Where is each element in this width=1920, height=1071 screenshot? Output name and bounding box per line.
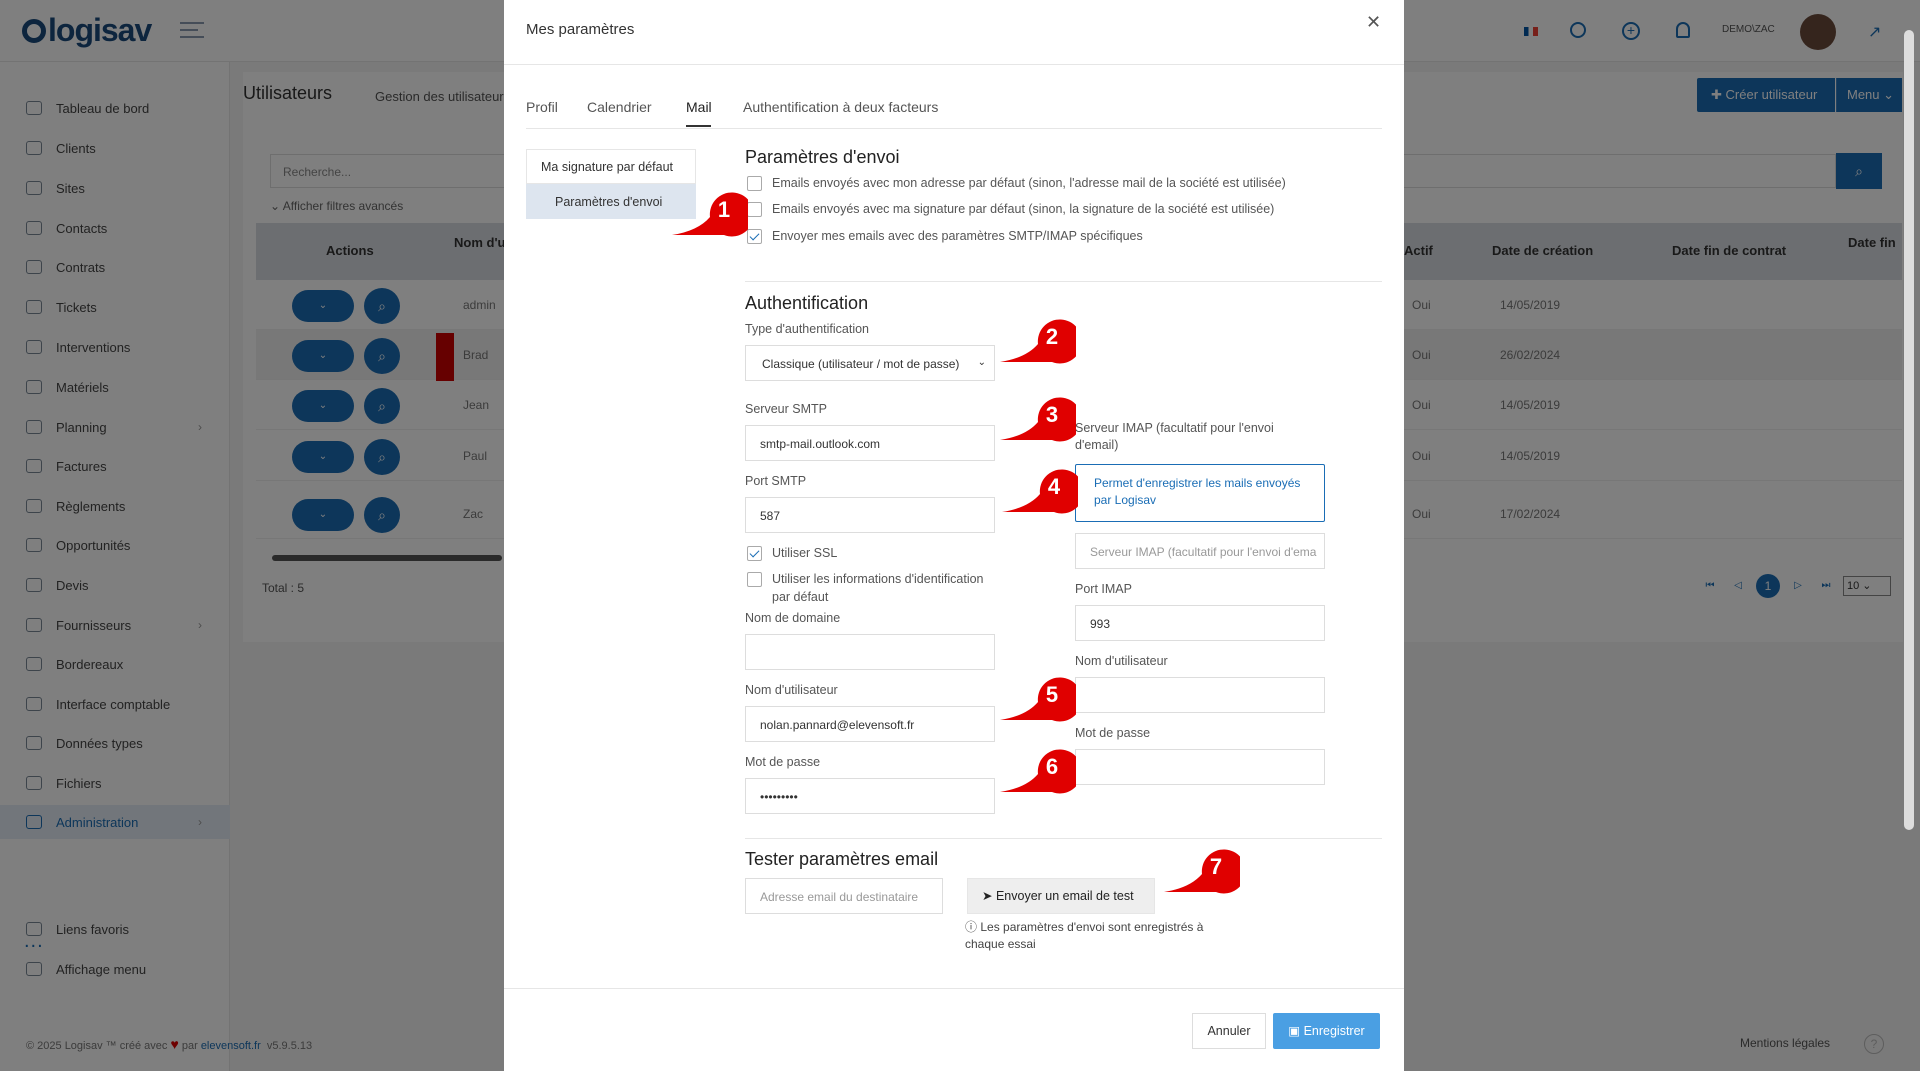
password-input[interactable]: ••••••••• — [745, 778, 995, 814]
smtp-port-label: Port SMTP — [745, 474, 807, 488]
save-icon: ▣ — [1288, 1024, 1301, 1038]
domain-label: Nom de domaine — [745, 611, 841, 625]
smtp-server-input[interactable]: smtp-mail.outlook.com — [745, 425, 995, 461]
send-test-email-button[interactable]: ➤ Envoyer un email de test — [967, 878, 1155, 914]
divider — [745, 281, 1382, 282]
annotation-badge-3: 3 — [996, 396, 1076, 444]
paper-plane-icon: ➤ — [982, 889, 993, 903]
active-tab-indicator — [686, 125, 711, 127]
imap-server-input[interactable]: Serveur IMAP (facultatif pour l'envoi d'… — [1075, 533, 1325, 569]
info-icon: ⓘ — [965, 920, 978, 934]
imap-server-label: Serveur IMAP (facultatif pour l'envoi d'… — [1075, 421, 1274, 452]
test-info: ⓘ Les paramètres d'envoi sont enregistré… — [965, 920, 1204, 951]
auth-title: Authentification — [745, 293, 869, 313]
username-label: Nom d'utilisateur — [745, 683, 838, 697]
subnav-signature[interactable]: Ma signature par défaut — [526, 149, 696, 184]
default-credentials-label: Utiliser les informations d'identificati… — [772, 572, 984, 604]
imap-password-label: Mot de passe — [1075, 726, 1151, 740]
imap-tooltip: Permet d'enregistrer les mails envoyés p… — [1075, 464, 1325, 522]
divider — [745, 838, 1382, 839]
modal-title: Mes paramètres — [526, 21, 635, 38]
cancel-button[interactable]: Annuler — [1192, 1013, 1266, 1049]
smtp-port-input[interactable]: 587 — [745, 497, 995, 533]
use-ssl-checkbox[interactable] — [747, 546, 762, 561]
smtp-imap-label: Envoyer mes emails avec des paramètres S… — [772, 229, 1143, 243]
imap-password-input[interactable] — [1075, 749, 1325, 785]
tab-mail[interactable]: Mail — [686, 99, 712, 115]
default-signature-label: Emails envoyés avec ma signature par déf… — [772, 202, 1275, 216]
divider — [504, 988, 1404, 989]
divider — [504, 64, 1404, 65]
annotation-badge-2: 2 — [996, 318, 1076, 366]
smtp-imap-checkbox[interactable] — [747, 229, 762, 244]
use-ssl-label: Utiliser SSL — [772, 546, 838, 560]
annotation-badge-5: 5 — [996, 676, 1076, 724]
settings-modal: Mes paramètres ✕ Profil Calendrier Mail … — [504, 0, 1404, 1071]
imap-port-label: Port IMAP — [1075, 582, 1132, 596]
annotation-badge-6: 6 — [996, 748, 1076, 796]
tab-calendrier[interactable]: Calendrier — [587, 99, 652, 115]
auth-type-label: Type d'authentification — [745, 322, 869, 336]
divider — [526, 128, 1382, 129]
page-scrollbar[interactable] — [1904, 30, 1914, 830]
test-settings-title: Tester paramètres email — [745, 849, 939, 869]
imap-username-input[interactable] — [1075, 677, 1325, 713]
test-recipient-input[interactable]: Adresse email du destinataire — [745, 878, 943, 914]
send-settings-title: Paramètres d'envoi — [745, 147, 900, 167]
annotation-badge-7: 7 — [1160, 848, 1240, 896]
password-label: Mot de passe — [745, 755, 821, 769]
annotation-badge-1: 1 — [668, 191, 748, 239]
default-signature-checkbox[interactable] — [747, 202, 762, 217]
save-button[interactable]: ▣ Enregistrer — [1273, 1013, 1380, 1049]
annotation-badge-4: 4 — [998, 468, 1078, 516]
domain-input[interactable] — [745, 634, 995, 670]
imap-username-label: Nom d'utilisateur — [1075, 654, 1168, 668]
default-credentials-checkbox[interactable] — [747, 572, 762, 587]
default-address-checkbox[interactable] — [747, 176, 762, 191]
auth-type-select[interactable]: Classique (utilisateur / mot de passe) ⌄ — [745, 345, 995, 381]
close-icon[interactable]: ✕ — [1366, 12, 1381, 33]
imap-port-input[interactable]: 993 — [1075, 605, 1325, 641]
tab-two-factor[interactable]: Authentification à deux facteurs — [743, 99, 938, 115]
default-address-label: Emails envoyés avec mon adresse par défa… — [772, 176, 1286, 190]
tab-profil[interactable]: Profil — [526, 99, 558, 115]
chevron-down-icon: ⌄ — [977, 357, 986, 368]
smtp-server-label: Serveur SMTP — [745, 402, 827, 416]
username-input[interactable]: nolan.pannard@elevensoft.fr — [745, 706, 995, 742]
